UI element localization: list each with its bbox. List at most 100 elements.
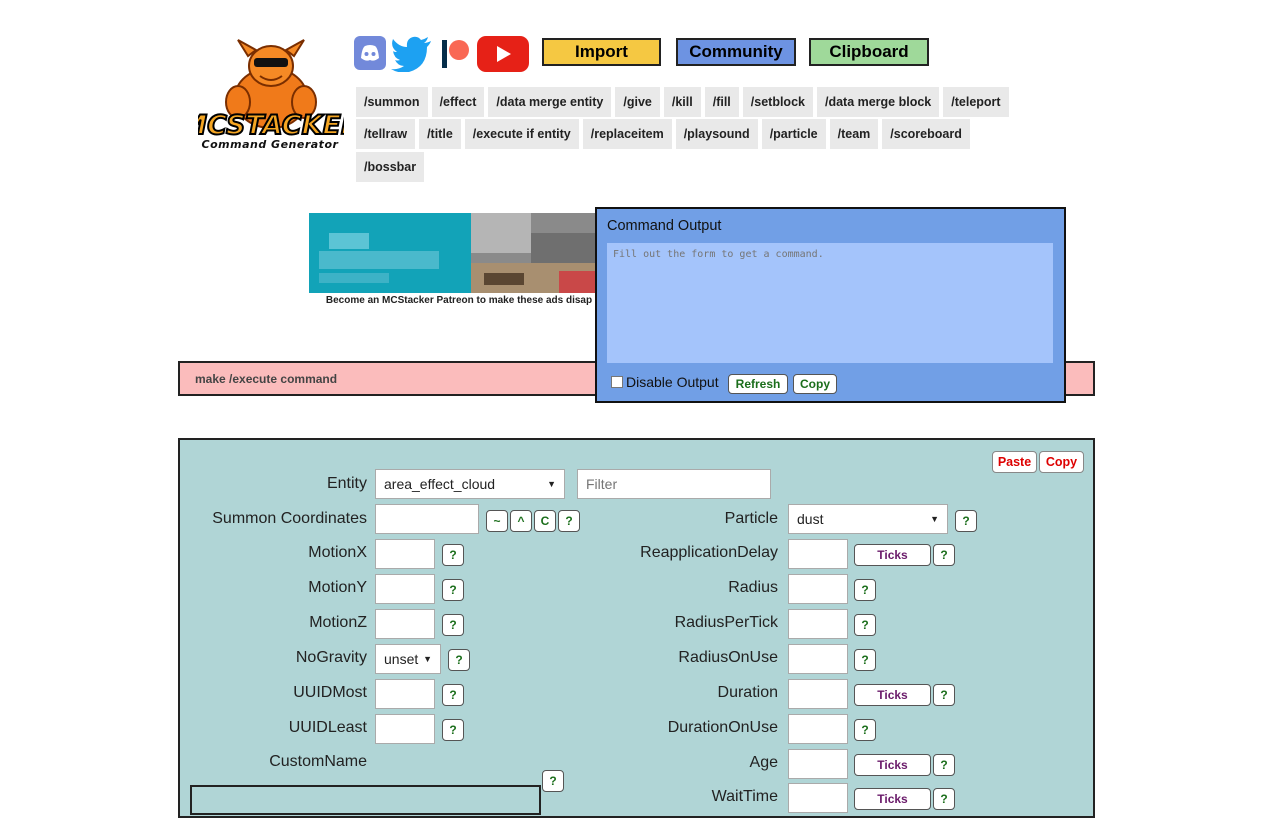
motionx-input[interactable] (375, 539, 435, 569)
ad-banner[interactable] (309, 213, 599, 293)
nav-execute-if-entity[interactable]: /execute if entity (464, 119, 579, 149)
summon-coordinates-label: Summon Coordinates (212, 510, 367, 527)
uuidmost-input[interactable] (375, 679, 435, 709)
nogravity-help-button[interactable]: ? (448, 649, 470, 671)
radiusonuse-label: RadiusOnUse (678, 649, 778, 666)
discord-icon[interactable] (354, 36, 386, 72)
customname-editor[interactable] (190, 785, 541, 815)
motiony-input[interactable] (375, 574, 435, 604)
copy-form-button[interactable]: Copy (1039, 451, 1084, 473)
motiony-label: MotionY (308, 579, 367, 596)
duration-label: Duration (717, 684, 778, 701)
durationonuse-input[interactable] (788, 714, 848, 744)
youtube-icon[interactable] (477, 36, 529, 72)
reapplicationdelay-input[interactable] (788, 539, 848, 569)
nav-kill[interactable]: /kill (663, 87, 701, 117)
summon-form: Paste Copy Entity area_effect_cloud ▼ Su… (178, 438, 1095, 818)
reapplicationdelay-ticks-button[interactable]: Ticks (854, 544, 931, 566)
motionz-help-button[interactable]: ? (442, 614, 464, 636)
execute-mode-text: make /execute command (195, 372, 338, 386)
particle-label: Particle (724, 510, 778, 527)
motionx-label: MotionX (308, 544, 367, 561)
nav-scoreboard[interactable]: /scoreboard (882, 119, 970, 149)
nav-setblock[interactable]: /setblock (742, 87, 813, 117)
nav-particle[interactable]: /particle (761, 119, 826, 149)
local-coord-button[interactable]: ^ (510, 510, 532, 532)
duration-ticks-button[interactable]: Ticks (854, 684, 931, 706)
duration-input[interactable] (788, 679, 848, 709)
radiuspertick-help-button[interactable]: ? (854, 614, 876, 636)
customname-help-button[interactable]: ? (542, 770, 564, 792)
patreon-icon[interactable] (440, 36, 470, 72)
particle-select[interactable]: dust ▼ (788, 504, 948, 534)
refresh-button[interactable]: Refresh (728, 374, 788, 394)
community-button[interactable]: Community (676, 38, 796, 66)
nav-playsound[interactable]: /playsound (675, 119, 758, 149)
uuidleast-help-button[interactable]: ? (442, 719, 464, 741)
copy-output-button[interactable]: Copy (793, 374, 837, 394)
nav-bossbar[interactable]: /bossbar (356, 152, 425, 182)
command-nav-row-1: /summon /effect /data merge entity /give… (356, 87, 1009, 117)
motionx-help-button[interactable]: ? (442, 544, 464, 566)
ad-note: Become an MCStacker Patreon to make thes… (325, 295, 593, 306)
mcstacker-logo[interactable]: MCSTACKER (198, 36, 344, 154)
nogravity-select[interactable]: unset ▼ (375, 644, 441, 674)
summon-coordinates-input[interactable] (375, 504, 479, 534)
radius-input[interactable] (788, 574, 848, 604)
particle-help-button[interactable]: ? (955, 510, 977, 532)
waittime-input[interactable] (788, 783, 848, 813)
reapplicationdelay-help-button[interactable]: ? (933, 544, 955, 566)
motiony-help-button[interactable]: ? (442, 579, 464, 601)
radiuspertick-label: RadiusPerTick (674, 614, 778, 631)
nav-title[interactable]: /title (419, 119, 461, 149)
nav-replaceitem[interactable]: /replaceitem (582, 119, 672, 149)
uuidleast-label: UUIDLeast (288, 719, 367, 736)
nav-tellraw[interactable]: /tellraw (356, 119, 416, 149)
command-nav-row-2: /tellraw /title /execute if entity /repl… (356, 119, 970, 149)
nav-teleport[interactable]: /teleport (943, 87, 1009, 117)
paste-button[interactable]: Paste (992, 451, 1037, 473)
radius-help-button[interactable]: ? (854, 579, 876, 601)
nav-fill[interactable]: /fill (704, 87, 739, 117)
radiuspertick-input[interactable] (788, 609, 848, 639)
dropdown-arrow-icon: ▼ (423, 654, 432, 664)
import-button[interactable]: Import (542, 38, 661, 66)
waittime-label: WaitTime (711, 788, 778, 805)
durationonuse-help-button[interactable]: ? (854, 719, 876, 741)
disable-output-toggle[interactable]: Disable Output (611, 374, 719, 390)
age-help-button[interactable]: ? (933, 754, 955, 776)
dropdown-arrow-icon: ▼ (547, 479, 556, 489)
nav-summon[interactable]: /summon (356, 87, 428, 117)
nav-data-merge-block[interactable]: /data merge block (816, 87, 940, 117)
command-output-title: Command Output (607, 218, 722, 234)
nav-effect[interactable]: /effect (431, 87, 485, 117)
waittime-ticks-button[interactable]: Ticks (854, 788, 931, 810)
clipboard-button[interactable]: Clipboard (809, 38, 929, 66)
logo-subtitle: Command Generator (201, 138, 339, 151)
entity-select[interactable]: area_effect_cloud ▼ (375, 469, 565, 499)
coords-help-button[interactable]: ? (558, 510, 580, 532)
nogravity-select-value: unset (384, 651, 419, 667)
nav-data-merge-entity[interactable]: /data merge entity (488, 87, 612, 117)
relative-coord-button[interactable]: ~ (486, 510, 508, 532)
motionz-label: MotionZ (309, 614, 367, 631)
age-ticks-button[interactable]: Ticks (854, 754, 931, 776)
entity-filter-input[interactable] (577, 469, 771, 499)
uuidmost-help-button[interactable]: ? (442, 684, 464, 706)
radiusonuse-help-button[interactable]: ? (854, 649, 876, 671)
nav-give[interactable]: /give (615, 87, 660, 117)
nav-team[interactable]: /team (829, 119, 879, 149)
motionz-input[interactable] (375, 609, 435, 639)
age-label: Age (749, 754, 778, 771)
entity-select-value: area_effect_cloud (384, 476, 496, 492)
twitter-icon[interactable] (391, 36, 433, 72)
age-input[interactable] (788, 749, 848, 779)
command-output-textarea[interactable] (607, 243, 1053, 363)
logo-wordmark: MCSTACKER (198, 110, 344, 141)
duration-help-button[interactable]: ? (933, 684, 955, 706)
uuidleast-input[interactable] (375, 714, 435, 744)
waittime-help-button[interactable]: ? (933, 788, 955, 810)
center-coord-button[interactable]: C (534, 510, 556, 532)
radiusonuse-input[interactable] (788, 644, 848, 674)
disable-output-checkbox[interactable] (611, 376, 623, 388)
